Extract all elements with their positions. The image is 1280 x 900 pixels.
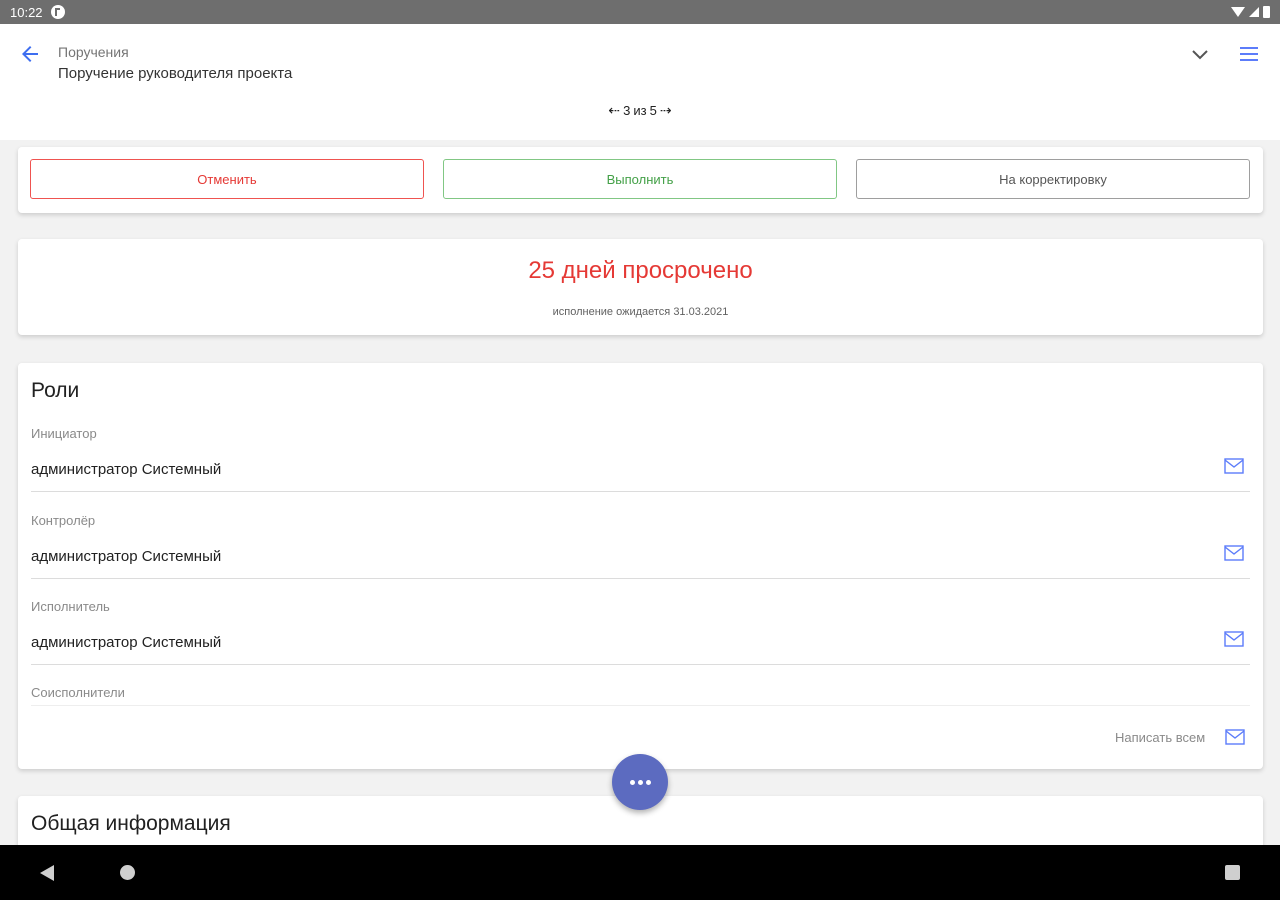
role-executor-value[interactable]: администратор Системный bbox=[31, 634, 221, 651]
pager-total: 5 bbox=[649, 103, 657, 118]
role-controller-label: Контролёр bbox=[31, 513, 96, 528]
mail-icon[interactable] bbox=[1225, 729, 1245, 745]
signal-icon bbox=[1249, 7, 1259, 17]
overdue-card: 25 дней просрочено исполнение ожидается … bbox=[18, 239, 1263, 335]
more-dots-icon bbox=[637, 779, 643, 785]
roles-section-title: Роли bbox=[31, 379, 80, 402]
role-initiator-label: Инициатор bbox=[31, 426, 97, 441]
roles-card: Роли Инициатор администратор Системный К… bbox=[18, 363, 1263, 769]
general-info-section-title: Общая информация bbox=[31, 812, 231, 835]
divider bbox=[31, 664, 1250, 665]
breadcrumb-parent[interactable]: Поручения bbox=[58, 44, 129, 60]
status-bar: 10:22 bbox=[0, 0, 1280, 24]
pager-next-arrow-icon[interactable]: ⇢ bbox=[660, 102, 672, 119]
wifi-icon bbox=[1231, 7, 1245, 17]
role-coexecutors-label: Соисполнители bbox=[31, 685, 125, 700]
page-title: Поручение руководителя проекта bbox=[58, 65, 293, 82]
more-dots-icon bbox=[629, 779, 635, 785]
pager-current: 3 bbox=[623, 103, 631, 118]
app-notification-icon bbox=[50, 5, 65, 19]
more-actions-button[interactable] bbox=[612, 754, 668, 810]
nav-home-icon[interactable] bbox=[120, 865, 135, 880]
pager-of-label: из bbox=[633, 103, 647, 118]
battery-icon bbox=[1263, 6, 1270, 18]
hamburger-menu-icon[interactable] bbox=[1237, 42, 1261, 66]
back-arrow-icon[interactable] bbox=[18, 42, 42, 66]
status-time: 10:22 bbox=[10, 4, 43, 20]
overdue-headline: 25 дней просрочено bbox=[528, 257, 753, 284]
mail-icon[interactable] bbox=[1224, 631, 1244, 647]
app-bar: Поручения Поручение руководителя проекта… bbox=[0, 24, 1280, 140]
record-pager: ⇠ 3 из 5 ⇢ bbox=[0, 102, 1280, 119]
role-initiator-value[interactable]: администратор Системный bbox=[31, 461, 221, 478]
write-all-link[interactable]: Написать всем bbox=[1115, 730, 1205, 745]
divider bbox=[31, 705, 1250, 706]
actions-card: Отменить Выполнить На корректировку bbox=[18, 147, 1263, 213]
pager-prev-arrow-icon[interactable]: ⇠ bbox=[608, 102, 620, 119]
cancel-button[interactable]: Отменить bbox=[30, 159, 424, 199]
expected-date-text: исполнение ожидается 31.03.2021 bbox=[552, 306, 729, 318]
nav-back-icon[interactable] bbox=[40, 865, 54, 881]
divider bbox=[31, 491, 1250, 492]
nav-recents-icon[interactable] bbox=[1225, 865, 1240, 880]
mail-icon[interactable] bbox=[1224, 458, 1244, 474]
role-controller-value[interactable]: администратор Системный bbox=[31, 548, 221, 565]
more-dots-icon bbox=[645, 779, 651, 785]
complete-button[interactable]: Выполнить bbox=[443, 159, 837, 199]
send-to-correction-button[interactable]: На корректировку bbox=[856, 159, 1250, 199]
mail-icon[interactable] bbox=[1224, 545, 1244, 561]
role-executor-label: Исполнитель bbox=[31, 599, 110, 614]
system-navigation-bar bbox=[0, 845, 1280, 900]
divider bbox=[31, 578, 1250, 579]
chevron-down-icon[interactable] bbox=[1188, 42, 1212, 66]
